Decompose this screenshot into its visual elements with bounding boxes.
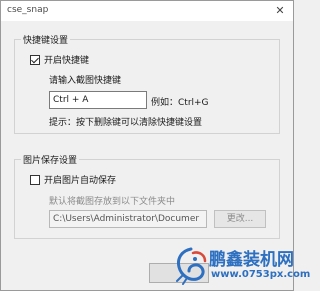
autosave-description: 默认将截图存放到以下文件夹中 [49, 197, 176, 207]
hotkey-example: 例如：Ctrl+G [151, 98, 209, 108]
hotkey-hint: 提示：按下删除键可以清除快捷键设置 [49, 118, 203, 128]
title-bar: cse_snap ✕ [1, 1, 293, 21]
hotkey-group-title: 快捷键设置 [21, 33, 71, 46]
enable-hotkey-label: 开启快捷键 [44, 56, 90, 66]
save-group-title: 图片保存设置 [21, 153, 80, 166]
autosave-checkbox-row[interactable]: 开启图片自动保存 [30, 173, 116, 186]
watermark-brand: 鹏鑫装机网 [209, 250, 294, 270]
dragon-logo-icon [176, 247, 207, 285]
watermark: 鹏鑫装机网 www.0753px.com [171, 241, 310, 291]
close-icon[interactable]: ✕ [271, 3, 289, 18]
enable-hotkey-checkbox-row[interactable]: 开启快捷键 [30, 53, 89, 66]
hotkey-input[interactable]: Ctrl + A [49, 91, 147, 109]
autosave-label: 开启图片自动保存 [44, 176, 117, 186]
enable-hotkey-checkbox[interactable] [30, 54, 40, 65]
dialog-window: cse_snap ✕ 快捷键设置 开启快捷键 请输入截图快捷键 Ctrl + A… [0, 0, 310, 291]
watermark-url: www.0753px.com [211, 269, 311, 280]
hotkey-prompt: 请输入截图快捷键 [49, 76, 122, 86]
save-path-field[interactable]: C:\Users\Administrator\Documer [49, 210, 207, 228]
window-title: cse_snap [7, 5, 49, 15]
autosave-checkbox[interactable] [30, 174, 40, 185]
change-folder-button[interactable]: 更改... [214, 210, 266, 228]
